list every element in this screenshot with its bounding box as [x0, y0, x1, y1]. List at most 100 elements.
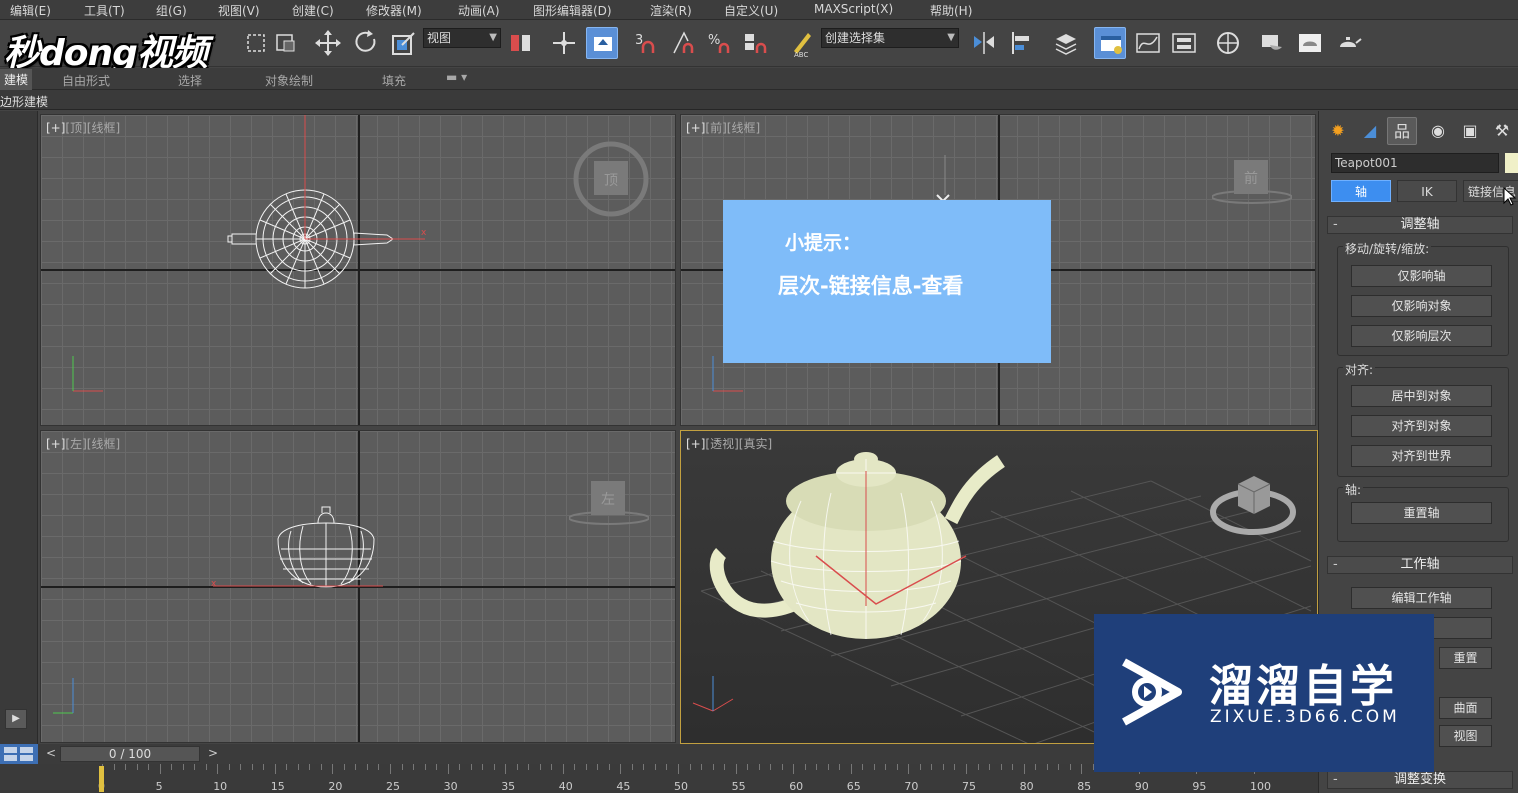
mirror-icon[interactable]	[968, 27, 1000, 59]
ribbon-tab-selection[interactable]: 选择	[178, 72, 202, 89]
viewcube-left[interactable]: 左	[568, 476, 650, 531]
curve-editor-icon[interactable]	[1132, 27, 1164, 59]
ribbon-options-icon[interactable]: ▬ ▾	[446, 70, 467, 84]
align-to-surface-button[interactable]: 曲面	[1439, 697, 1492, 719]
menu-graph-editors[interactable]: 图形编辑器(D)	[533, 2, 612, 19]
move-icon[interactable]	[312, 27, 344, 59]
render-production-icon[interactable]	[1332, 27, 1364, 59]
rollout-working-pivot[interactable]: - 工作轴	[1327, 556, 1513, 574]
ruler-tick	[1046, 764, 1048, 770]
left-strip: ▶	[0, 111, 38, 744]
edit-working-pivot-button[interactable]: 编辑工作轴	[1351, 587, 1492, 609]
ruler-tick	[850, 764, 852, 774]
layer-manager-icon[interactable]	[1050, 27, 1082, 59]
schematic-view-icon[interactable]	[1168, 27, 1200, 59]
affect-object-only-button[interactable]: 仅影响对象	[1351, 295, 1492, 317]
align-to-world-button[interactable]: 对齐到世界	[1351, 445, 1492, 467]
ruler-tick	[793, 764, 795, 774]
rollout-adjust-transform[interactable]: - 调整变换	[1327, 771, 1513, 789]
align-icon[interactable]	[1006, 27, 1038, 59]
menu-group[interactable]: 组(G)	[156, 2, 187, 19]
ruler-tick	[320, 764, 322, 770]
subtab-ik[interactable]: IK	[1397, 180, 1457, 202]
create-tab-icon[interactable]: ✹	[1323, 117, 1353, 145]
material-editor-icon[interactable]	[1212, 27, 1244, 59]
ruler-tick	[1069, 764, 1071, 770]
snap-3d-icon[interactable]: 3	[630, 27, 662, 59]
utilities-tab-icon[interactable]: ⚒	[1487, 117, 1517, 145]
menu-help[interactable]: 帮助(H)	[930, 2, 972, 19]
expand-arrow-icon[interactable]: ▶	[5, 709, 27, 729]
viewport-left[interactable]: [+][左][线框] x 左	[40, 430, 676, 743]
ribbon-tab-freeform[interactable]: 自由形式	[62, 72, 110, 89]
modify-tab-icon[interactable]: ◢	[1355, 117, 1385, 145]
menu-animation[interactable]: 动画(A)	[458, 2, 500, 19]
object-color-swatch[interactable]	[1505, 153, 1518, 173]
viewport-layout-icon[interactable]	[0, 744, 38, 764]
select-manipulate-icon[interactable]	[548, 27, 580, 59]
svg-text:%: %	[708, 33, 720, 48]
ruler-tick	[1035, 764, 1037, 770]
ruler-tick	[747, 764, 749, 770]
menu-modifiers[interactable]: 修改器(M)	[366, 2, 422, 19]
percent-snap-icon[interactable]: %	[704, 27, 736, 59]
angle-snap-icon[interactable]	[668, 27, 700, 59]
ruler-tick	[781, 764, 783, 770]
edit-named-selection-icon[interactable]: ABC	[786, 27, 818, 59]
keyboard-shortcut-override-icon[interactable]	[586, 27, 618, 59]
brand-watermark: 溜溜自学 ZIXUE.3D66.COM	[1094, 614, 1434, 772]
affect-pivot-only-button[interactable]: 仅影响轴	[1351, 265, 1492, 287]
menu-rendering[interactable]: 渲染(R)	[650, 2, 692, 19]
ribbon-tab-modeling[interactable]: 建模	[0, 69, 33, 90]
ruler-tick	[620, 764, 622, 774]
menu-customize[interactable]: 自定义(U)	[724, 2, 778, 19]
current-frame-marker[interactable]	[99, 766, 104, 792]
ribbon-tab-object-paint[interactable]: 对象绘制	[265, 72, 313, 89]
align-to-view-button[interactable]: 视图	[1439, 725, 1492, 747]
viewcube-front[interactable]: 前	[1211, 155, 1293, 210]
menu-view[interactable]: 视图(V)	[218, 2, 260, 19]
menu-edit[interactable]: 编辑(E)	[10, 2, 51, 19]
scene-explorer-icon[interactable]	[1094, 27, 1126, 59]
viewcube-perspective[interactable]	[1208, 466, 1298, 541]
center-to-object-button[interactable]: 居中到对象	[1351, 385, 1492, 407]
group-label-pivot: 轴:	[1343, 481, 1364, 498]
next-frame-icon[interactable]: >	[204, 746, 222, 762]
window-crossing-icon[interactable]	[270, 27, 302, 59]
ruler-tick-label: 35	[501, 780, 516, 793]
hierarchy-tab-icon[interactable]: 品	[1387, 117, 1417, 145]
viewport-top[interactable]: [+][顶][线框] x 顶	[40, 114, 676, 426]
affect-hierarchy-only-button[interactable]: 仅影响层次	[1351, 325, 1492, 347]
ruler-tick	[574, 764, 576, 770]
subtab-pivot[interactable]: 轴	[1331, 180, 1391, 202]
reset-working-pivot-button[interactable]: 重置	[1439, 647, 1492, 669]
display-tab-icon[interactable]: ▣	[1455, 117, 1485, 145]
object-name-field[interactable]: Teapot001	[1331, 153, 1499, 173]
named-selection-set-dropdown[interactable]: 创建选择集 ▼	[821, 28, 959, 48]
time-slider[interactable]: 0 / 100	[60, 746, 200, 762]
rendered-frame-window-icon[interactable]	[1294, 27, 1326, 59]
motion-tab-icon[interactable]: ◉	[1423, 117, 1453, 145]
video-logo: 秒dong视频	[0, 22, 245, 74]
rotate-icon[interactable]	[350, 27, 382, 59]
svg-text:x: x	[211, 579, 217, 589]
viewcube-top[interactable]: 顶	[572, 139, 652, 219]
ribbon-tab-populate[interactable]: 填充	[382, 72, 406, 89]
menu-maxscript[interactable]: MAXScript(X)	[814, 2, 893, 16]
rollout-adjust-pivot[interactable]: - 调整轴	[1327, 216, 1513, 234]
previous-frame-icon[interactable]: <	[42, 746, 60, 762]
menu-create[interactable]: 创建(C)	[292, 2, 334, 19]
scale-icon[interactable]	[388, 27, 420, 59]
ruler-tick-label: 5	[155, 780, 163, 793]
reference-coord-dropdown[interactable]: 视图 ▼	[423, 28, 501, 48]
pivot-center-icon[interactable]	[505, 27, 537, 59]
render-setup-icon[interactable]	[1256, 27, 1288, 59]
ruler-tick	[263, 764, 265, 770]
menu-tools[interactable]: 工具(T)	[84, 2, 125, 19]
align-to-object-button[interactable]: 对齐到对象	[1351, 415, 1492, 437]
ruler-tick	[251, 764, 253, 770]
ribbon-panel-label: 多边形建模	[0, 95, 49, 109]
ruler-tick	[1058, 764, 1060, 770]
spinner-snap-icon[interactable]	[740, 27, 772, 59]
reset-pivot-button[interactable]: 重置轴	[1351, 502, 1492, 524]
